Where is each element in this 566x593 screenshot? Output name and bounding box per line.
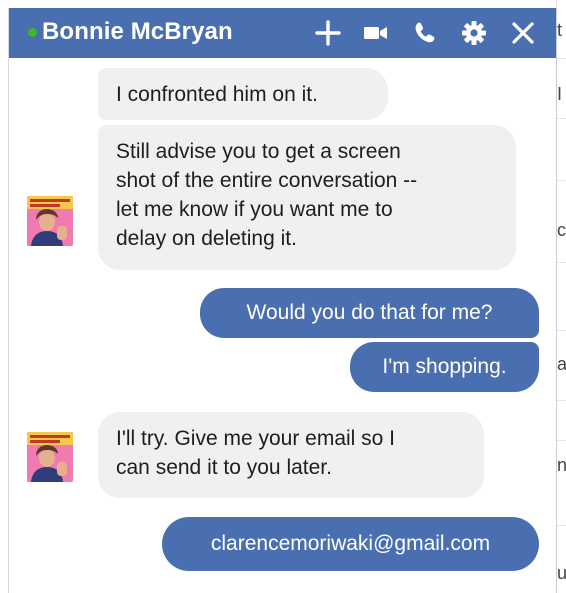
message-text: clarencemoriwaki@gmail.com bbox=[210, 532, 491, 555]
message-bubble-incoming[interactable]: I confronted him on it. bbox=[98, 68, 388, 120]
background-divider bbox=[556, 330, 566, 331]
message-text: Would you do that for me? bbox=[246, 301, 493, 324]
message-bubble-outgoing[interactable]: I'm shopping. bbox=[350, 342, 539, 392]
contact-avatar[interactable] bbox=[27, 196, 73, 246]
background-divider bbox=[556, 58, 566, 59]
background-divider bbox=[556, 440, 566, 441]
chat-title-bar[interactable]: Bonnie McBryan bbox=[9, 8, 556, 58]
message-text: I'm shopping. bbox=[382, 355, 507, 378]
background-text: t bbox=[557, 20, 563, 40]
plus-icon[interactable] bbox=[314, 19, 342, 47]
background-text: c bbox=[557, 220, 566, 240]
message-text: I'll try. Give me your email so I bbox=[116, 427, 396, 450]
message-text: I confronted him on it. bbox=[116, 83, 318, 106]
background-divider bbox=[556, 262, 566, 263]
contact-name[interactable]: Bonnie McBryan bbox=[42, 18, 233, 46]
background-text: a bbox=[557, 354, 566, 374]
background-text: n bbox=[557, 455, 566, 475]
contact-avatar[interactable] bbox=[27, 432, 73, 482]
background-text: u bbox=[557, 563, 566, 583]
chat-window: Bonnie McBryan I confronted him on it. S… bbox=[8, 8, 557, 593]
message-bubble-outgoing[interactable]: Would you do that for me? bbox=[200, 288, 539, 338]
close-icon[interactable] bbox=[509, 19, 537, 47]
message-bubble-incoming[interactable]: I'll try. Give me your email so I can se… bbox=[98, 412, 484, 498]
background-divider bbox=[556, 118, 566, 119]
message-text: can send it to you later. bbox=[116, 456, 332, 479]
message-bubble-outgoing[interactable]: clarencemoriwaki@gmail.com bbox=[162, 517, 539, 571]
message-text: shot of the entire conversation -- bbox=[116, 169, 418, 192]
phone-icon[interactable] bbox=[411, 19, 439, 47]
background-text: I bbox=[557, 84, 563, 104]
message-bubble-incoming[interactable]: Still advise you to get a screen shot of… bbox=[98, 125, 516, 270]
background-divider bbox=[556, 400, 566, 401]
background-divider bbox=[556, 180, 566, 181]
screenshot-stage: t I c a n u Bonnie McBryan I confronted … bbox=[0, 0, 566, 593]
gear-icon[interactable] bbox=[460, 19, 488, 47]
message-text: Still advise you to get a screen bbox=[116, 140, 401, 163]
background-divider bbox=[556, 525, 566, 526]
online-status-dot bbox=[28, 28, 37, 37]
message-text: delay on deleting it. bbox=[116, 227, 297, 250]
video-camera-icon[interactable] bbox=[362, 19, 390, 47]
message-text: let me know if you want me to bbox=[116, 198, 393, 221]
